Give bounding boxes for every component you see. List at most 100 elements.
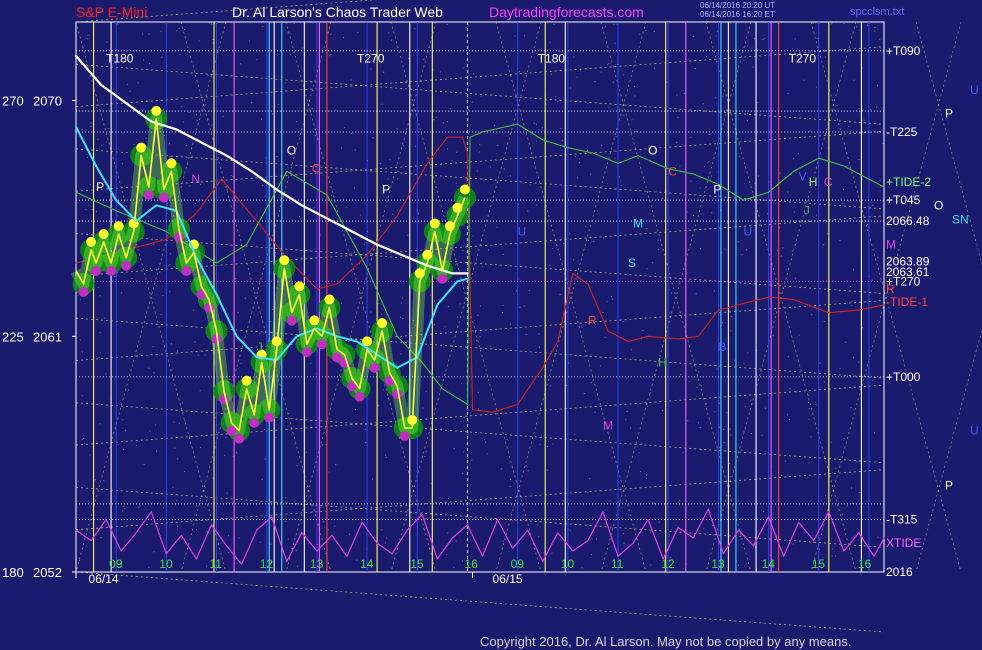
price-high-dot (279, 255, 290, 266)
background-dot (797, 153, 799, 155)
background-dot (769, 554, 771, 556)
hour-label-day1: 13 (310, 557, 324, 571)
background-dot (173, 266, 175, 268)
background-dot (816, 214, 818, 216)
background-dot (196, 505, 198, 507)
background-dot (862, 327, 863, 329)
background-dot (763, 510, 765, 512)
background-dot (851, 304, 853, 306)
background-dot (117, 215, 119, 217)
hour-label-day1: 10 (159, 557, 173, 571)
background-dot (853, 79, 855, 81)
background-dot (442, 122, 444, 124)
background-dot (388, 32, 390, 34)
background-dot (317, 543, 319, 545)
background-dot (588, 240, 589, 241)
background-dot (264, 195, 266, 197)
background-dot (758, 175, 759, 177)
background-dot (641, 442, 643, 444)
background-dot (462, 560, 464, 562)
background-dot (500, 468, 502, 470)
background-dot (95, 106, 97, 108)
background-dot (126, 83, 128, 85)
background-dot (222, 115, 224, 117)
background-dot (153, 244, 155, 246)
background-dot (98, 357, 100, 358)
background-dot (488, 249, 489, 251)
background-dot (747, 45, 749, 47)
background-dot (509, 175, 511, 177)
background-dot (123, 505, 125, 507)
background-dot (645, 30, 647, 31)
background-dot (654, 272, 656, 274)
price-high-dot (294, 281, 305, 292)
price-low-dot (399, 430, 410, 441)
background-dot (198, 40, 200, 42)
background-dot (601, 144, 603, 146)
background-dot (610, 296, 612, 298)
background-dot (425, 451, 427, 453)
background-dot (590, 554, 592, 556)
background-dot (248, 40, 250, 42)
price-low-dot (249, 417, 260, 428)
background-dot (608, 62, 610, 64)
background-dot (277, 103, 279, 105)
background-dot (502, 312, 503, 313)
background-dot (851, 301, 853, 303)
background-dot (550, 280, 552, 281)
background-dot (752, 66, 754, 68)
background-dot (400, 353, 402, 355)
background-dot (461, 382, 463, 384)
background-dot (188, 435, 190, 437)
background-dot (144, 111, 146, 113)
background-dot (569, 87, 571, 89)
background-dot (856, 26, 858, 28)
background-dot (708, 134, 710, 135)
background-dot (587, 102, 589, 104)
price-high-dot (136, 142, 147, 153)
background-dot (502, 253, 504, 255)
background-dot (478, 151, 480, 153)
background-dot (693, 36, 695, 37)
background-dot (314, 135, 316, 136)
event-letter: R (588, 314, 597, 328)
right-level-label: -TIDE-1 (886, 295, 928, 309)
background-dot (750, 432, 752, 434)
background-dot (459, 303, 461, 305)
event-letter: C (824, 175, 833, 189)
background-dot (285, 338, 287, 340)
background-dot (184, 29, 186, 30)
background-dot (649, 531, 651, 533)
background-dot (824, 56, 826, 58)
background-dot (843, 23, 845, 24)
background-dot (613, 23, 615, 25)
background-dot (538, 536, 540, 538)
background-dot (723, 441, 725, 443)
background-dot (425, 390, 427, 392)
background-dot (407, 234, 409, 236)
background-dot (356, 559, 358, 561)
price-low-dot (392, 389, 403, 400)
background-dot (702, 103, 704, 105)
hour-label-day1: 11 (210, 557, 223, 571)
background-dot (211, 23, 213, 25)
background-dot (614, 42, 616, 44)
background-dot (313, 207, 315, 209)
background-dot (877, 256, 879, 258)
background-dot (657, 239, 659, 241)
background-dot (81, 128, 83, 130)
background-dot (719, 426, 721, 428)
background-dot (600, 365, 602, 367)
background-dot (831, 22, 833, 24)
background-dot (712, 525, 714, 527)
background-dot (481, 496, 483, 498)
background-dot (274, 252, 276, 254)
background-dot (846, 505, 848, 507)
background-dot (196, 114, 197, 116)
background-dot (434, 300, 436, 302)
background-dot (780, 474, 782, 476)
background-dot (719, 402, 721, 404)
background-dot (555, 96, 557, 98)
background-dot (594, 81, 596, 82)
background-dot (264, 458, 266, 460)
